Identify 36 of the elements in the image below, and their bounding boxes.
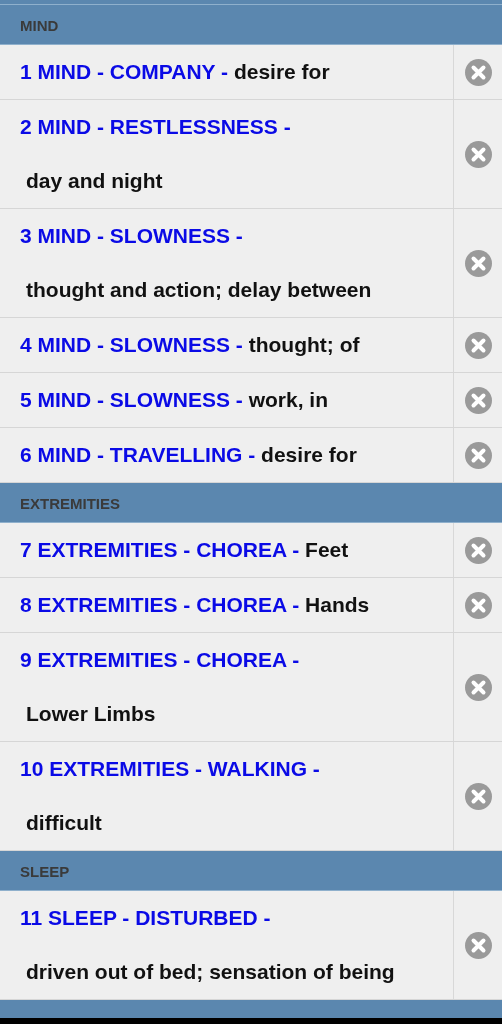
rubric-text: 3 MIND - SLOWNESS - <box>20 224 243 247</box>
remove-icon[interactable] <box>464 536 492 564</box>
rubric-text: 11 SLEEP - DISTURBED - <box>20 906 271 929</box>
remove-icon[interactable] <box>464 249 492 277</box>
detail-text: desire for <box>261 443 357 466</box>
rubric-text: 8 EXTREMITIES - CHOREA - <box>20 593 300 616</box>
remove-icon[interactable] <box>464 782 492 810</box>
detail-text: day and night <box>26 168 163 194</box>
remove-icon[interactable] <box>464 673 492 701</box>
detail-text: Feet <box>305 538 349 561</box>
remove-icon[interactable] <box>464 931 492 959</box>
detail-text: driven out of bed; sensation of being <box>26 959 395 985</box>
remove-icon[interactable] <box>464 441 492 469</box>
detail-text: thought; of <box>248 333 360 356</box>
remove-icon[interactable] <box>464 58 492 86</box>
detail-text: difficult <box>26 810 102 836</box>
rubric-text: 6 MIND - TRAVELLING - <box>20 443 256 466</box>
remove-icon[interactable] <box>464 386 492 414</box>
rubric-text: 9 EXTREMITIES - CHOREA - <box>20 648 300 671</box>
remove-icon[interactable] <box>464 591 492 619</box>
remove-icon[interactable] <box>464 140 492 168</box>
detail-text: desire for <box>233 60 330 83</box>
rubric-text: 2 MIND - RESTLESSNESS - <box>20 115 291 138</box>
detail-text: work, in <box>248 388 329 411</box>
rubric-text: 7 EXTREMITIES - CHOREA - <box>20 538 300 561</box>
remove-icon[interactable] <box>464 331 492 359</box>
section-title: SLEEP <box>19 862 71 880</box>
rubric-text: 1 MIND - COMPANY - <box>20 60 229 83</box>
section-title: MIND <box>19 16 60 34</box>
rubric-text: 4 MIND - SLOWNESS - <box>20 333 243 356</box>
detail-text: Lower Limbs <box>26 701 156 727</box>
rubric-text: 5 MIND - SLOWNESS - <box>20 388 243 411</box>
detail-text: Hands <box>305 593 370 616</box>
section-title: EXTREMITIES <box>19 494 121 512</box>
rubric-text: 10 EXTREMITIES - WALKING - <box>20 757 320 780</box>
detail-text: thought and action; delay between <box>26 277 372 303</box>
